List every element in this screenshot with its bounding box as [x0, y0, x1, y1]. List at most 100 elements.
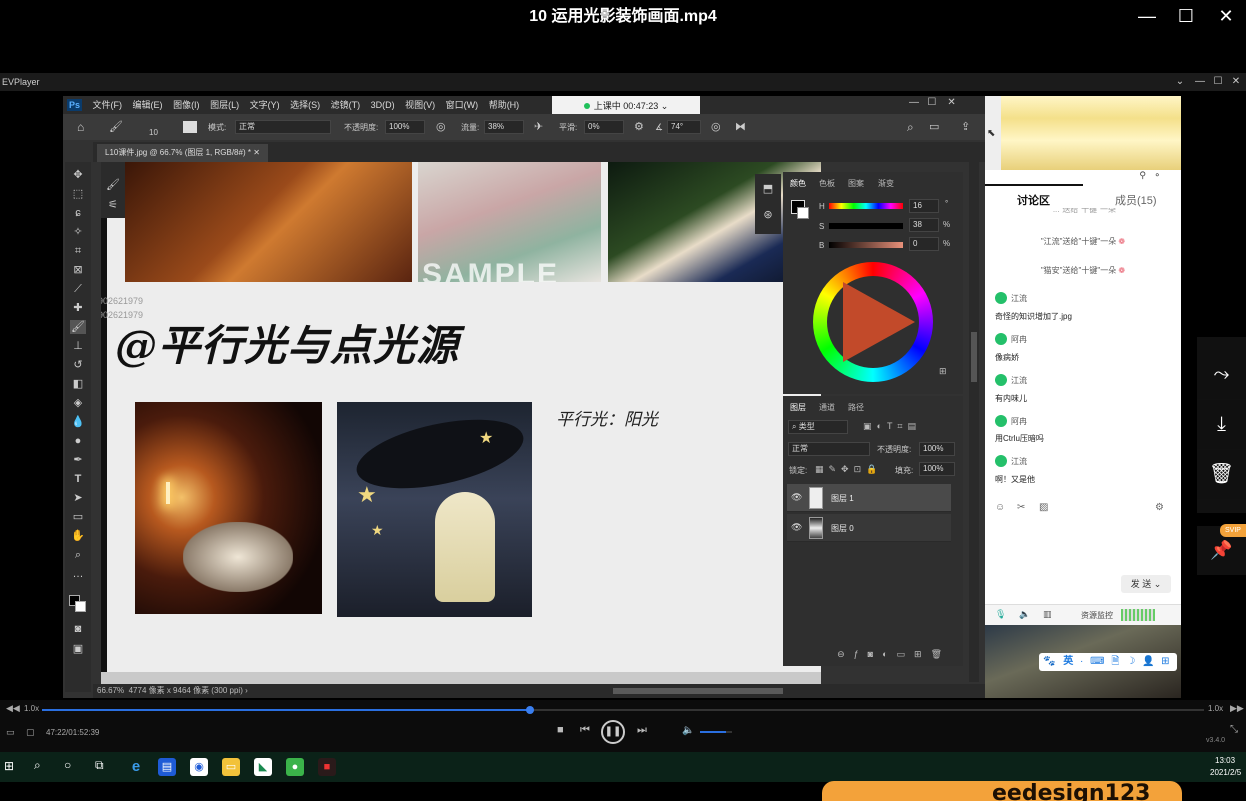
speed-right[interactable]: 1.0x [1208, 704, 1223, 713]
document-canvas[interactable]: SAMPLE 2902621979 2902621979 @平行光与点光源 平行… [101, 162, 821, 684]
tab-gradients[interactable]: 渐变 [878, 178, 894, 189]
menu-layer[interactable]: 图层(L) [206, 96, 243, 114]
chat-header-icons[interactable]: ⚲ ⚬ [985, 170, 1181, 184]
brush-tool-active-icon[interactable]: 🖌 [70, 320, 86, 334]
search-icon[interactable]: ⌕ [907, 121, 914, 134]
previous-icon[interactable]: ⏮ [580, 724, 590, 737]
panel-scroll-thumb[interactable] [971, 332, 977, 382]
h-input[interactable]: 16 [909, 199, 939, 213]
history-brush-icon[interactable]: ↺ [70, 358, 86, 372]
brush-panel-icon[interactable] [183, 121, 197, 133]
scissors-icon[interactable]: ✂ [1017, 502, 1025, 513]
app-icon-chrome[interactable]: ◉ [190, 758, 208, 776]
panel-scrollbar[interactable] [969, 162, 979, 682]
type-tool-icon[interactable]: T [70, 472, 86, 486]
angle-input[interactable]: 74° [667, 120, 701, 134]
lasso-tool-icon[interactable]: ɕ [70, 206, 86, 220]
brush-size[interactable]: 10 [149, 126, 158, 139]
rewind-icon[interactable]: ◀◀ [6, 703, 20, 714]
delete-button[interactable]: 🗑 [1197, 450, 1246, 499]
layer-row[interactable]: 👁 图层 1 [787, 484, 951, 512]
share-button[interactable]: ⤳ [1197, 350, 1246, 399]
layer-kind-filter[interactable]: ⌕ 类型 [788, 420, 848, 434]
settings-icon[interactable]: ⚙ [1155, 502, 1164, 513]
marquee-tool-icon[interactable]: ⬚ [70, 187, 86, 201]
eraser-tool-icon[interactable]: ◧ [70, 377, 86, 391]
layer-filter-icons[interactable]: ▣◐T⌗▤ [863, 421, 921, 432]
workspace-icon[interactable]: ▭ [929, 121, 939, 134]
ev-collapse-button[interactable]: ⌄ [1172, 73, 1188, 91]
tab-patterns[interactable]: 图案 [848, 178, 864, 189]
zoom-tool-icon[interactable]: ⌕ [70, 548, 86, 562]
ev-maximize-button[interactable]: ☐ [1210, 73, 1226, 91]
cortana-icon[interactable]: ○ [64, 758, 71, 772]
ev-minimize-button[interactable]: — [1192, 73, 1208, 91]
stop-icon[interactable]: ■ [557, 724, 564, 736]
share-icon[interactable]: ⇪ [961, 121, 970, 134]
image-icon[interactable]: ▨ [1039, 502, 1048, 513]
blur-tool-icon[interactable]: 💧 [70, 415, 86, 429]
ime-keyboard-icon[interactable]: ⌨ [1090, 656, 1104, 667]
bg-swatch[interactable] [797, 207, 809, 219]
move-tool-icon[interactable]: ✥ [70, 168, 86, 182]
app-icon-blue[interactable]: ▤ [158, 758, 176, 776]
visibility-eye-icon[interactable]: 👁 [791, 522, 802, 533]
healing-tool-icon[interactable]: ✚ [70, 301, 86, 315]
evplayer-taskbar-icon[interactable]: ● [286, 758, 304, 776]
edge-icon[interactable]: e [127, 758, 145, 776]
menu-select[interactable]: 选择(S) [286, 96, 324, 114]
mode-select[interactable]: 正常 [235, 120, 331, 134]
frame-tool-icon[interactable]: ⊠ [70, 263, 86, 277]
chart-icon[interactable]: ▥ [1043, 609, 1052, 620]
ime-grid-icon[interactable]: ⊞ [1161, 656, 1169, 667]
playlist-icon[interactable]: ▭ [6, 727, 15, 738]
b-input[interactable]: 0 [909, 237, 939, 251]
brightness-slider[interactable] [829, 242, 903, 248]
app-icon-red[interactable]: ■ [318, 758, 336, 776]
brush-tool-icon[interactable]: 🖌 [109, 121, 123, 134]
menu-filter[interactable]: 滤镜(T) [327, 96, 365, 114]
volume-icon[interactable]: 🔈 [682, 725, 694, 736]
adjust-panel-icon[interactable]: ⬒ [760, 182, 776, 196]
ime-toolbar[interactable]: 🐾 英 · ⌨ 🗎 ☽ 👤 ⊞ [1039, 653, 1177, 671]
smooth-input[interactable]: 0% [584, 120, 624, 134]
stamp-tool-icon[interactable]: ⊥ [70, 339, 86, 353]
navigator-icon[interactable]: ⊛ [760, 208, 776, 222]
tab-swatches[interactable]: 色板 [819, 178, 835, 189]
progress-track[interactable] [42, 706, 1204, 714]
brush-preset-icon[interactable]: 🖌 [105, 178, 121, 192]
send-button[interactable]: 发 送 ⌄ [1121, 575, 1171, 593]
start-icon[interactable]: ⊞ [4, 759, 14, 773]
layer-actions-bar[interactable]: ⊖ƒ◙◐▭⊞🗑 [783, 644, 963, 664]
airbrush-icon[interactable]: ✈ [534, 121, 543, 134]
background-color-swatch[interactable] [75, 601, 86, 612]
ime-toolbox-icon[interactable]: 🗎 [1111, 656, 1119, 667]
ime-moon-icon[interactable]: ☽ [1126, 656, 1135, 667]
rectangle-tool-icon[interactable]: ▭ [70, 510, 86, 524]
brush-settings-icon[interactable]: ⚟ [105, 198, 121, 212]
minimize-button[interactable]: — [1133, 4, 1161, 28]
next-icon[interactable]: ⏭ [637, 724, 647, 737]
hue-slider[interactable] [829, 203, 903, 209]
layer-opacity-input[interactable]: 100% [919, 442, 955, 456]
close-button[interactable]: ✕ [1212, 4, 1240, 28]
live-badge[interactable]: 上课中 00:47:23 ⌄ [552, 96, 700, 116]
pen-tool-icon[interactable]: ✒ [70, 453, 86, 467]
ime-user-icon[interactable]: 👤 [1142, 656, 1154, 667]
tab-discussion[interactable]: 讨论区 [1017, 192, 1050, 208]
paint-bucket-icon[interactable]: ◈ [70, 396, 86, 410]
ev-close-button[interactable]: ✕ [1228, 73, 1244, 91]
menu-view[interactable]: 视图(V) [401, 96, 439, 114]
more-tools-icon[interactable]: … [70, 567, 86, 581]
progress-handle[interactable] [526, 706, 535, 714]
task-view-icon[interactable]: ⧉ [95, 758, 104, 773]
opacity-input[interactable]: 100% [385, 120, 425, 134]
lock-icons[interactable]: ▦✎✥⊡🔒 [815, 464, 882, 475]
tab-channels[interactable]: 通道 [819, 402, 835, 413]
flow-input[interactable]: 38% [484, 120, 524, 134]
pressure-opacity-icon[interactable]: ◎ [436, 121, 446, 134]
menu-window[interactable]: 窗口(W) [442, 96, 483, 114]
download-button[interactable]: ⤓ [1197, 400, 1246, 449]
gear-icon[interactable]: ⚙ [634, 121, 644, 134]
expand-icon[interactable]: ⊞ [939, 366, 947, 377]
